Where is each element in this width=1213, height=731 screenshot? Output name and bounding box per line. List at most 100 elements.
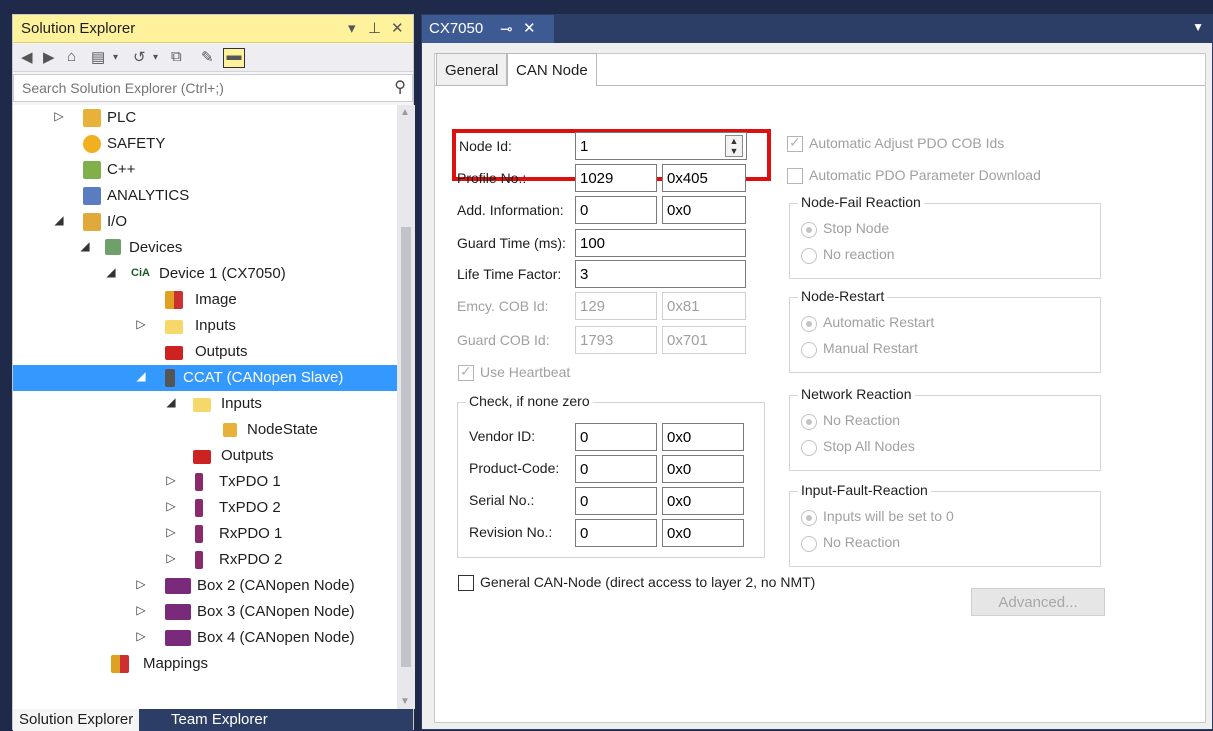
auto-adjust-pdo-label: Automatic Adjust PDO COB Ids — [809, 135, 1005, 151]
tree-node[interactable]: ▷ Box 2 (CANopen Node) — [13, 573, 397, 599]
tree-node-label: Outputs — [195, 343, 248, 360]
tree-node[interactable]: ANALYTICS — [13, 183, 397, 209]
solution-tree: ▷ PLC SAFETY C++ ANALYTICS ◢ I/O ◢ Devic… — [13, 105, 397, 709]
close-tab-icon[interactable]: ✕ — [523, 19, 536, 37]
expand-arrow-icon[interactable]: ◢ — [79, 239, 91, 253]
automatic-restart-radio[interactable] — [801, 316, 817, 332]
tree-node[interactable]: ▷ Inputs — [13, 313, 397, 339]
node-id-input[interactable] — [575, 132, 747, 160]
scroll-down-icon[interactable]: ▼ — [400, 696, 410, 707]
box-icon — [165, 578, 191, 594]
collapse-all-icon[interactable]: ⧉ — [171, 48, 182, 65]
tab-team-explorer[interactable]: Team Explorer — [165, 709, 274, 731]
scroll-up-icon[interactable]: ▲ — [400, 107, 410, 118]
product-code-hex-input[interactable] — [662, 455, 744, 483]
forward-icon[interactable]: ▶ — [43, 48, 55, 66]
guard-time-input[interactable] — [575, 229, 746, 257]
serial-no-hex-input[interactable] — [662, 487, 744, 515]
document-tab[interactable]: CX7050 ⊸ ✕ — [422, 15, 554, 43]
vendor-id-dec-input[interactable] — [575, 423, 657, 451]
close-icon[interactable]: ✕ — [391, 19, 404, 37]
tab-can-node[interactable]: CAN Node — [507, 53, 597, 86]
life-time-factor-input[interactable] — [575, 260, 746, 288]
tab-solution-explorer[interactable]: Solution Explorer — [13, 709, 140, 731]
chevron-down-icon[interactable]: ▾ — [153, 52, 158, 63]
tree-node-label: Outputs — [221, 447, 274, 464]
use-heartbeat-checkbox[interactable]: ✓ — [458, 363, 474, 381]
stop-all-nodes-radio[interactable] — [801, 440, 817, 456]
back-icon[interactable]: ◀ — [21, 48, 33, 66]
tree-node[interactable]: ◢ Inputs — [13, 391, 397, 417]
window-menu-chevron-icon[interactable]: ▼ — [1192, 20, 1204, 34]
revision-no-hex-input[interactable] — [662, 519, 744, 547]
stop-node-radio[interactable] — [801, 222, 817, 238]
expand-arrow-icon[interactable]: ▷ — [135, 629, 147, 643]
auto-adjust-pdo-checkbox[interactable]: ✓ — [787, 134, 803, 152]
tree-scrollbar[interactable]: ▲ ▼ — [397, 105, 415, 709]
expand-arrow-icon[interactable]: ▷ — [135, 577, 147, 591]
tree-node[interactable]: C++ — [13, 157, 397, 183]
home-icon[interactable]: ⌂ — [67, 48, 76, 65]
tab-general[interactable]: General — [436, 53, 508, 85]
profile-hex-input[interactable] — [662, 164, 746, 192]
txpdo-icon — [195, 499, 203, 517]
tree-node[interactable]: ▷ Box 4 (CANopen Node) — [13, 625, 397, 651]
tree-node[interactable]: ▷ PLC — [13, 105, 397, 131]
expand-arrow-icon[interactable]: ▷ — [53, 109, 65, 123]
expand-arrow-icon[interactable]: ▷ — [135, 603, 147, 617]
expand-arrow-icon[interactable]: ◢ — [53, 213, 65, 227]
inputs-set-zero-radio[interactable] — [801, 510, 817, 526]
tree-node[interactable]: NodeState — [13, 417, 397, 443]
preview-icon[interactable]: ▬ — [223, 48, 245, 68]
input-fault-caption: Input-Fault-Reaction — [798, 482, 931, 498]
advanced-button[interactable]: Advanced... — [971, 588, 1105, 616]
expand-arrow-icon[interactable]: ▷ — [135, 317, 147, 331]
product-code-dec-input[interactable] — [575, 455, 657, 483]
tree-node[interactable]: SAFETY — [13, 131, 397, 157]
expand-arrow-icon[interactable]: ◢ — [135, 369, 147, 383]
tree-node[interactable]: Outputs — [13, 443, 397, 469]
auto-pdo-download-checkbox[interactable] — [787, 168, 803, 184]
tree-node[interactable]: Image — [13, 287, 397, 313]
add-information-hex-input[interactable] — [662, 196, 746, 224]
search-input[interactable] — [20, 78, 360, 98]
expand-arrow-icon[interactable]: ▷ — [165, 525, 177, 539]
pin-icon[interactable]: ⊥ — [368, 19, 381, 37]
tree-node[interactable]: ◢ Devices — [13, 235, 397, 261]
switch-views-icon[interactable]: ▤ — [91, 48, 105, 66]
expand-arrow-icon[interactable]: ◢ — [105, 265, 117, 279]
expand-arrow-icon[interactable]: ▷ — [165, 551, 177, 565]
tree-node[interactable]: ▷ Box 3 (CANopen Node) — [13, 599, 397, 625]
expand-arrow-icon[interactable]: ▷ — [165, 473, 177, 487]
tree-node[interactable]: ◢ CiA Device 1 (CX7050) — [13, 261, 397, 287]
properties-wrench-icon[interactable]: ✎ — [201, 48, 214, 66]
tree-node-label: PLC — [107, 109, 137, 126]
pin-icon[interactable]: ⊸ — [500, 20, 513, 38]
no-reaction-radio[interactable] — [801, 248, 817, 264]
serial-no-dec-input[interactable] — [575, 487, 657, 515]
expand-arrow-icon[interactable]: ◢ — [165, 395, 177, 409]
general-can-node-checkbox[interactable] — [458, 575, 474, 591]
tree-node[interactable]: Outputs — [13, 339, 397, 365]
chevron-down-icon[interactable]: ▾ — [113, 52, 118, 63]
scrollbar-thumb[interactable] — [401, 227, 411, 667]
tree-node[interactable]: Mappings — [13, 651, 397, 677]
manual-restart-radio[interactable] — [801, 342, 817, 358]
tree-node[interactable]: ▷ TxPDO 2 — [13, 495, 397, 521]
vendor-id-hex-input[interactable] — [662, 423, 744, 451]
tree-node[interactable]: ▷ TxPDO 1 — [13, 469, 397, 495]
tree-node[interactable]: ◢ I/O — [13, 209, 397, 235]
tree-node[interactable]: ▷ RxPDO 1 — [13, 521, 397, 547]
profile-dec-input[interactable] — [575, 164, 657, 192]
revision-no-dec-input[interactable] — [575, 519, 657, 547]
network-no-reaction-radio[interactable] — [801, 414, 817, 430]
tree-node[interactable]: ▷ RxPDO 2 — [13, 547, 397, 573]
expand-arrow-icon[interactable]: ▷ — [165, 499, 177, 513]
input-fault-no-reaction-radio[interactable] — [801, 536, 817, 552]
history-icon[interactable]: ↺ — [133, 48, 146, 66]
dropdown-icon[interactable]: ▾ — [348, 19, 356, 37]
search-icon[interactable]: ⚲ — [394, 77, 406, 97]
node-id-spinner[interactable]: ▲ ▼ — [725, 135, 743, 157]
tree-node-selected[interactable]: ◢ CCAT (CANopen Slave) — [13, 365, 397, 391]
add-information-dec-input[interactable] — [575, 196, 657, 224]
